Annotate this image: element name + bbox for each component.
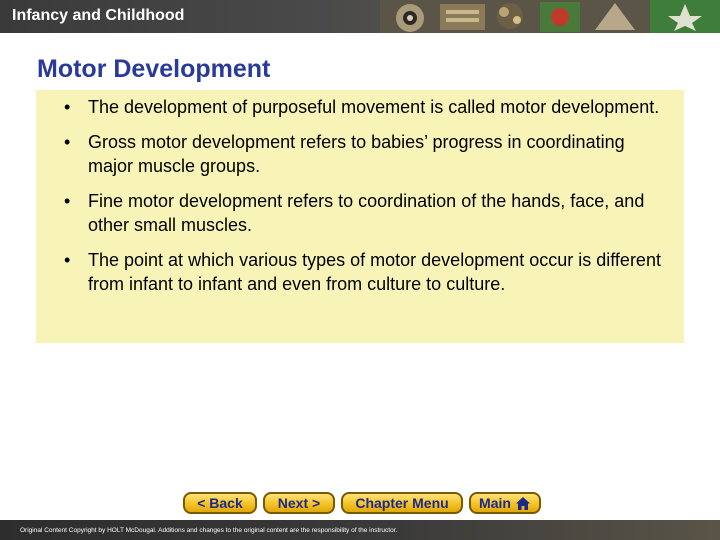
main-button-label: Main xyxy=(479,495,511,511)
bullet-dot: • xyxy=(64,250,71,270)
content-box: • The development of purposeful movement… xyxy=(36,90,684,343)
next-button-label: Next > xyxy=(277,495,321,511)
bullet-item: • Fine motor development refers to coord… xyxy=(62,189,664,237)
header-collage-image xyxy=(380,0,720,33)
bullet-dot: • xyxy=(64,191,71,211)
bullet-dot: • xyxy=(64,132,71,152)
bullet-item: • Gross motor development refers to babi… xyxy=(62,130,664,178)
main-button[interactable]: Main xyxy=(469,492,541,514)
footer-bar: Original Content Copyright by HOLT McDou… xyxy=(0,520,720,540)
slide-title: Motor Development xyxy=(37,55,271,83)
chapter-menu-button[interactable]: Chapter Menu xyxy=(341,492,463,514)
back-button-label: < Back xyxy=(197,495,243,511)
bullet-text: The development of purposeful movement i… xyxy=(88,97,660,117)
footer-copyright: Original Content Copyright by HOLT McDou… xyxy=(20,527,398,534)
header-title: Infancy and Childhood xyxy=(12,7,185,24)
back-button[interactable]: < Back xyxy=(183,492,257,514)
bullet-text: The point at which various types of moto… xyxy=(88,250,661,294)
home-icon xyxy=(515,496,530,510)
bullet-dot: • xyxy=(64,97,71,117)
bullet-item: • The development of purposeful movement… xyxy=(62,95,664,119)
chapter-menu-button-label: Chapter Menu xyxy=(355,495,449,511)
bullet-text: Gross motor development refers to babies… xyxy=(88,132,625,176)
bullet-item: • The point at which various types of mo… xyxy=(62,248,664,296)
bullet-text: Fine motor development refers to coordin… xyxy=(88,191,645,235)
next-button[interactable]: Next > xyxy=(263,492,335,514)
header-bar: Infancy and Childhood xyxy=(0,0,720,33)
